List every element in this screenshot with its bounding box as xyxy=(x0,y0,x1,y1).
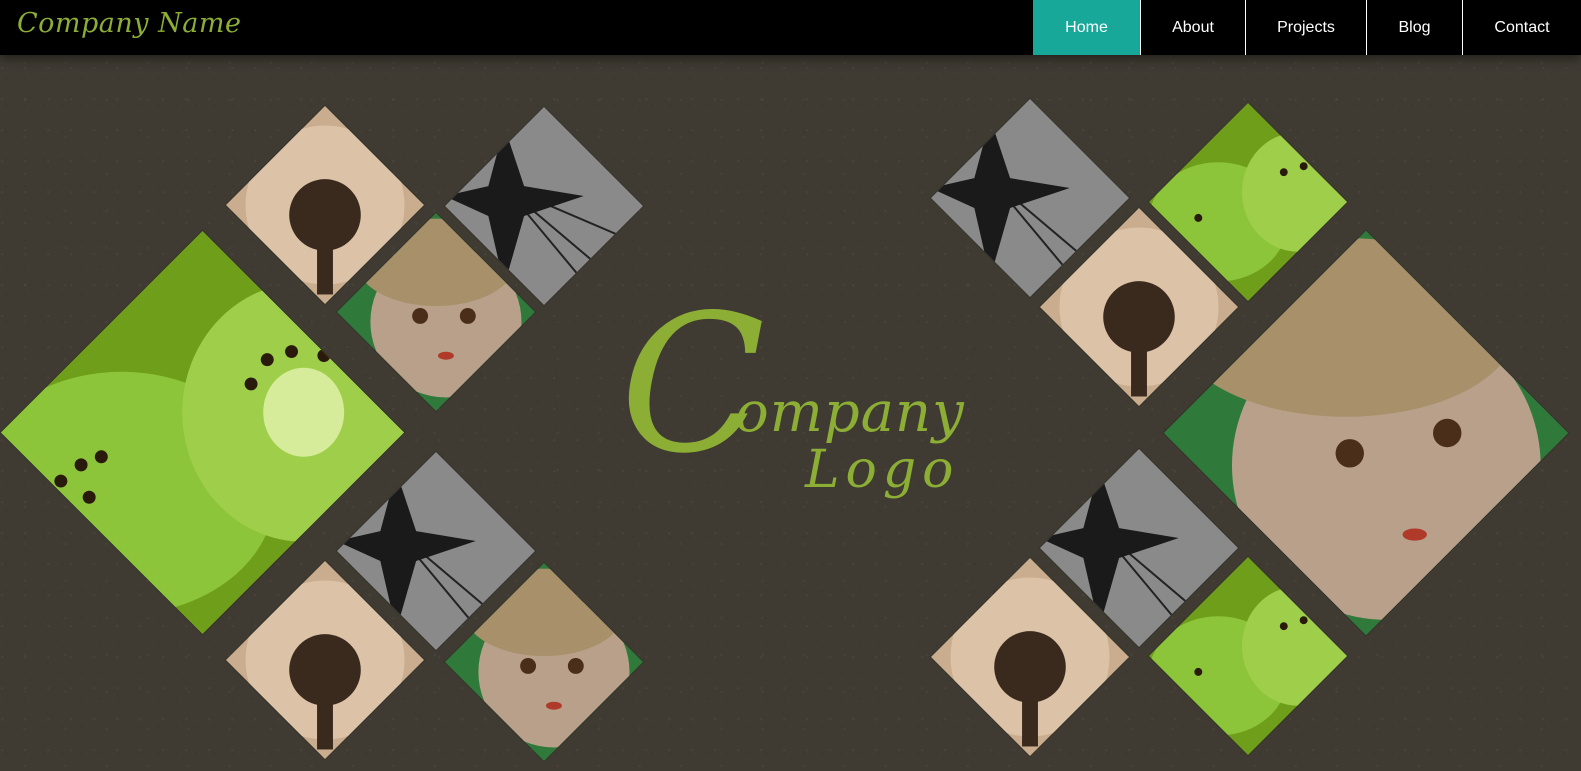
main-nav: Home About Projects Blog Contact xyxy=(1033,0,1581,55)
page: Company Name Home About Projects Blog Co… xyxy=(0,0,1581,771)
nav-contact[interactable]: Contact xyxy=(1462,0,1581,55)
brand-name[interactable]: Company Name xyxy=(17,8,241,39)
logo-word-logo: Logo xyxy=(805,440,960,500)
nav-blog[interactable]: Blog xyxy=(1366,0,1462,55)
nav-projects[interactable]: Projects xyxy=(1245,0,1366,55)
nav-home[interactable]: Home xyxy=(1033,0,1140,55)
doll-image xyxy=(1163,230,1569,636)
nav-about[interactable]: About xyxy=(1140,0,1245,55)
logo-word-company: ompany xyxy=(735,380,965,445)
company-logo: C ompany Logo xyxy=(620,290,964,530)
top-navbar: Company Name Home About Projects Blog Co… xyxy=(0,0,1581,55)
kiwi-image xyxy=(0,230,405,635)
